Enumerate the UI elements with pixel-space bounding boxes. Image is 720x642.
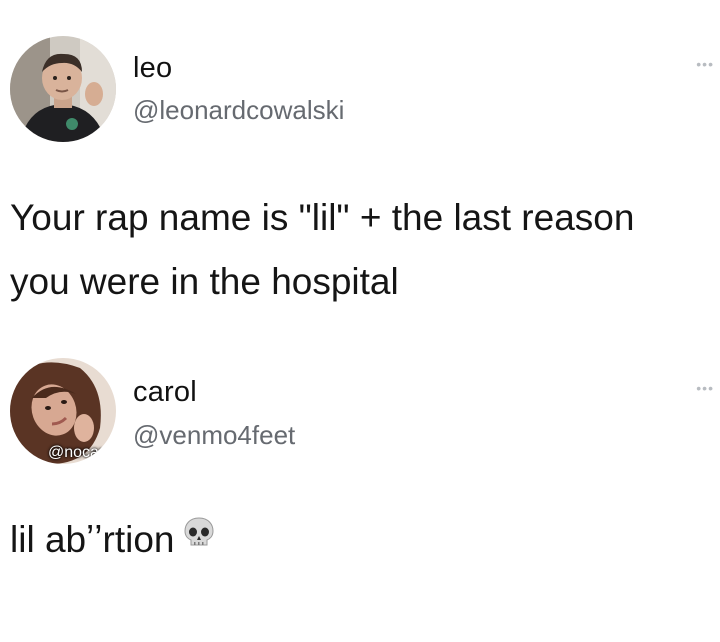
author-handle[interactable]: @leonardcowalski bbox=[133, 95, 344, 126]
ellipsis-icon[interactable]: ••• bbox=[696, 380, 714, 396]
tweet-text-content: lil abʼʼrtion bbox=[10, 519, 175, 560]
tweet-text: Your rap name is "lil" + the last reason… bbox=[10, 197, 635, 302]
tweet-carol: @nocap carol @venmo4feet ••• lil abʼʼrti… bbox=[0, 340, 720, 642]
avatar-leo[interactable] bbox=[10, 36, 116, 142]
author-name[interactable]: leo bbox=[133, 52, 172, 85]
skull-emoji bbox=[181, 507, 217, 571]
tweet-text: lil abʼʼrtion bbox=[10, 508, 715, 572]
avatar-leo-image bbox=[10, 36, 116, 142]
tweet-leo: leo @leonardcowalski ••• Your rap name i… bbox=[0, 0, 720, 330]
author-name[interactable]: carol bbox=[133, 376, 197, 409]
ellipsis-icon[interactable]: ••• bbox=[696, 56, 714, 72]
watermark: @nocap bbox=[48, 444, 108, 461]
avatar-carol[interactable]: @nocap bbox=[10, 358, 116, 464]
author-handle[interactable]: @venmo4feet bbox=[133, 420, 295, 451]
